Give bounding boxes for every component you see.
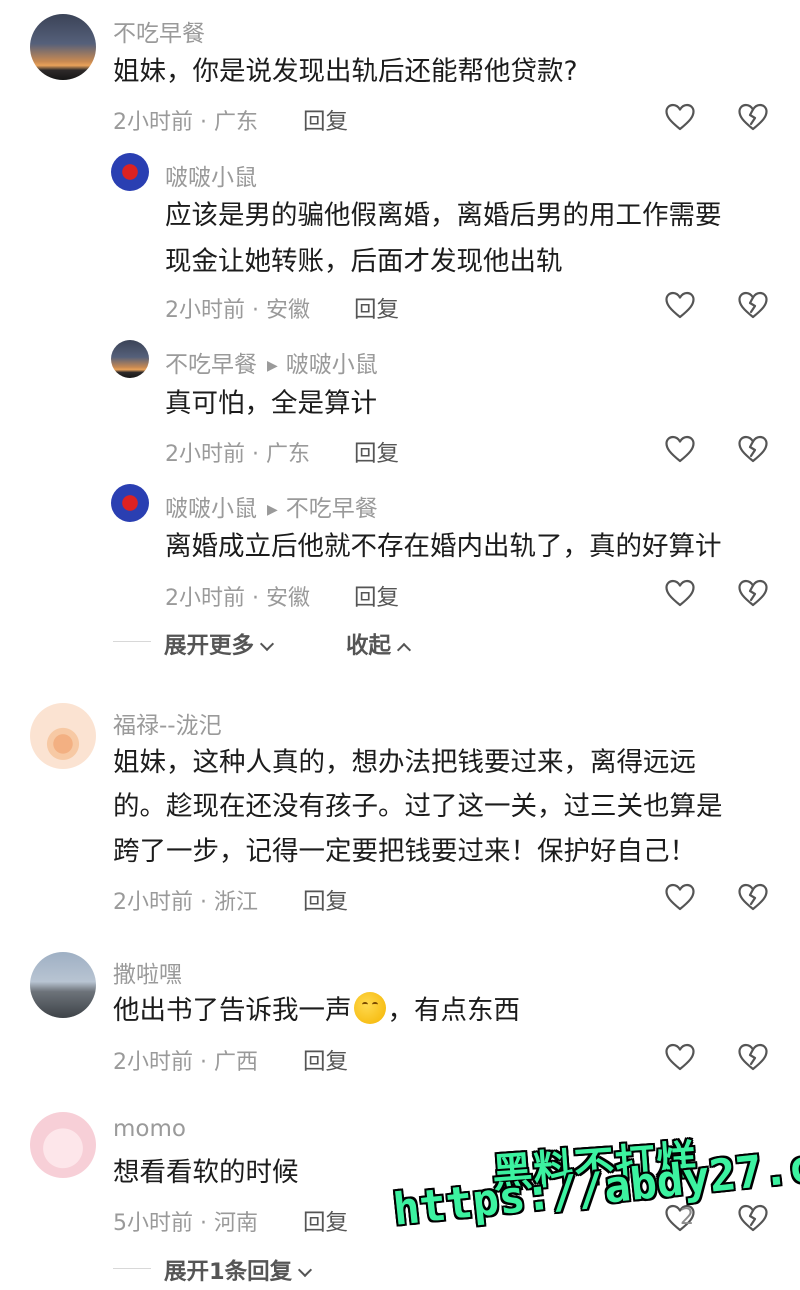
comment-text: 姐妹，你是说发现出轨后还能帮他贷款? [113, 56, 578, 87]
like-icon[interactable] [664, 290, 696, 320]
collapse-button[interactable]: 收起 [346, 628, 412, 660]
reply-location: 广东 [265, 442, 310, 467]
reply-author[interactable]: 啵啵小鼠 [165, 496, 257, 522]
comment-time: 2小时前 [113, 110, 193, 135]
collapse-label: 收起 [346, 633, 392, 659]
divider [113, 641, 151, 642]
dislike-icon[interactable] [737, 1042, 769, 1072]
reply-button[interactable]: 回复 [303, 104, 348, 136]
comment-text: 他出书了告诉我一声 ，有点东西 [113, 988, 520, 1034]
reply-to-arrow-icon: ▶ [267, 502, 278, 518]
avatar[interactable] [30, 703, 96, 769]
comment-text-part: 他出书了告诉我一声 [113, 995, 352, 1026]
username[interactable]: 撒啦嘿 [113, 955, 182, 989]
username[interactable]: 不吃早餐 [113, 14, 205, 48]
reply-meta: 2小时前 · 广东 [165, 442, 310, 467]
expand-more-button[interactable]: 展开更多 [164, 628, 275, 660]
dislike-icon[interactable] [737, 290, 769, 320]
comment-location: 广西 [213, 1050, 258, 1075]
comment-meta: 2小时前 · 浙江 [113, 890, 258, 915]
username[interactable]: 啵啵小鼠 [165, 158, 257, 192]
expand-replies-button[interactable]: 展开1条回复 [164, 1254, 313, 1286]
reply-location: 安徽 [265, 586, 310, 611]
username: 不吃早餐 ▶ 啵啵小鼠 [165, 345, 378, 379]
reply-button[interactable]: 回复 [303, 1205, 348, 1237]
reply-author[interactable]: 不吃早餐 [165, 352, 257, 378]
like-icon[interactable] [664, 102, 696, 132]
reply-button[interactable]: 回复 [354, 436, 399, 468]
comment-meta: 2小时前 · 广西 [113, 1050, 258, 1075]
comment-time: 2小时前 [113, 890, 193, 915]
dislike-icon[interactable] [737, 882, 769, 912]
dislike-icon[interactable] [737, 1203, 769, 1233]
like-icon[interactable] [664, 882, 696, 912]
username[interactable]: momo [113, 1116, 186, 1142]
chevron-down-icon [298, 1262, 313, 1278]
reply-text: 应该是男的骗他假离婚，离婚后男的用工作需要 [165, 200, 722, 231]
avatar[interactable] [30, 1112, 96, 1178]
like-icon[interactable] [664, 578, 696, 608]
like-count: 2 [680, 1205, 694, 1230]
avatar[interactable] [111, 153, 149, 191]
reply-text: 离婚成立后他就不存在婚内出轨了，真的好算计 [165, 531, 722, 562]
dislike-icon[interactable] [737, 434, 769, 464]
reply-to-arrow-icon: ▶ [267, 358, 278, 374]
chevron-down-icon [259, 636, 275, 652]
username[interactable]: 福禄--泷汜 [113, 706, 222, 740]
divider [113, 1268, 151, 1269]
comment-text: 想看看软的时候 [113, 1157, 299, 1188]
reply-button[interactable]: 回复 [354, 292, 399, 324]
reply-text: 真可怕，全是算计 [165, 388, 377, 419]
comment-location: 河南 [213, 1211, 258, 1236]
expand-replies-label: 展开1条回复 [164, 1259, 293, 1285]
reply-text: 现金让她转账，后面才发现他出轨 [165, 246, 563, 277]
comment-meta: 2小时前 · 广东 [113, 110, 258, 135]
reply-time: 2小时前 [165, 298, 245, 323]
avatar[interactable] [30, 952, 96, 1018]
comment-location: 广东 [213, 110, 258, 135]
reply-meta: 2小时前 · 安徽 [165, 298, 310, 323]
comment-time: 5小时前 [113, 1211, 193, 1236]
comment-text-part: ，有点东西 [387, 995, 521, 1026]
avatar[interactable] [30, 14, 96, 80]
expand-more-label: 展开更多 [164, 633, 255, 659]
chevron-up-icon [396, 642, 412, 658]
dislike-icon[interactable] [737, 102, 769, 132]
dislike-icon[interactable] [737, 578, 769, 608]
reply-time: 2小时前 [165, 586, 245, 611]
reply-location: 安徽 [265, 298, 310, 323]
reply-time: 2小时前 [165, 442, 245, 467]
reply-button[interactable]: 回复 [354, 580, 399, 612]
comment-location: 浙江 [213, 890, 258, 915]
comment-text: 跨了一步，记得一定要把钱要过来！保护好自己！ [113, 836, 696, 867]
reply-meta: 2小时前 · 安徽 [165, 586, 310, 611]
avatar[interactable] [111, 340, 149, 378]
comment-meta: 5小时前 · 河南 [113, 1211, 258, 1236]
reply-button[interactable]: 回复 [303, 1044, 348, 1076]
username: 啵啵小鼠 ▶ 不吃早餐 [165, 489, 378, 523]
reply-target[interactable]: 啵啵小鼠 [286, 352, 378, 378]
reply-target[interactable]: 不吃早餐 [286, 496, 378, 522]
like-icon[interactable] [664, 434, 696, 464]
comment-text: 的。趁现在还没有孩子。过了这一关，过三关也算是 [113, 791, 723, 822]
like-icon[interactable] [664, 1042, 696, 1072]
avatar[interactable] [111, 484, 149, 522]
comment-time: 2小时前 [113, 1050, 193, 1075]
reply-button[interactable]: 回复 [303, 884, 348, 916]
comment-text: 姐妹，这种人真的，想办法把钱要过来，离得远远 [113, 747, 696, 778]
smirk-emoji-icon [353, 992, 386, 1024]
